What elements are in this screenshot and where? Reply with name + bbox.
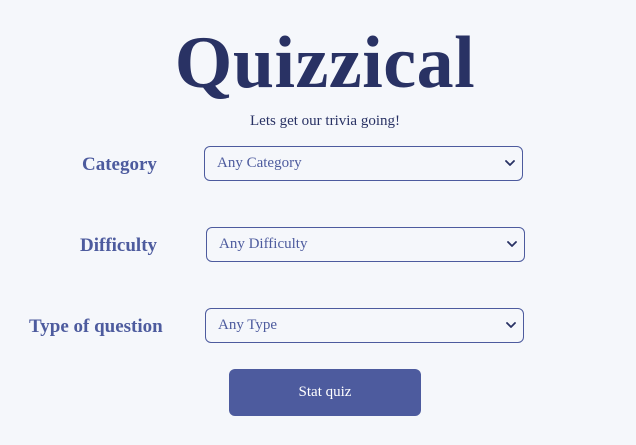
difficulty-label: Difficulty — [80, 235, 158, 256]
category-select-value: Any Category — [217, 155, 302, 171]
type-select-value: Any Type — [218, 317, 278, 333]
type-select[interactable]: Any Type — [205, 308, 524, 343]
chevron-down-icon — [506, 239, 518, 251]
quiz-setup-page: Quizzical Lets get our trivia going! Cat… — [0, 0, 636, 445]
difficulty-select-value: Any Difficulty — [219, 236, 308, 252]
start-quiz-button[interactable]: Stat quiz — [229, 369, 421, 416]
difficulty-select[interactable]: Any Difficulty — [206, 227, 525, 262]
chevron-down-icon — [504, 158, 516, 170]
app-subtitle: Lets get our trivia going! — [250, 113, 400, 129]
type-label: Type of question — [29, 316, 163, 337]
category-select[interactable]: Any Category — [204, 146, 523, 181]
chevron-down-icon — [505, 320, 517, 332]
app-title: Quizzical — [174, 22, 476, 104]
category-label: Category — [82, 154, 157, 175]
